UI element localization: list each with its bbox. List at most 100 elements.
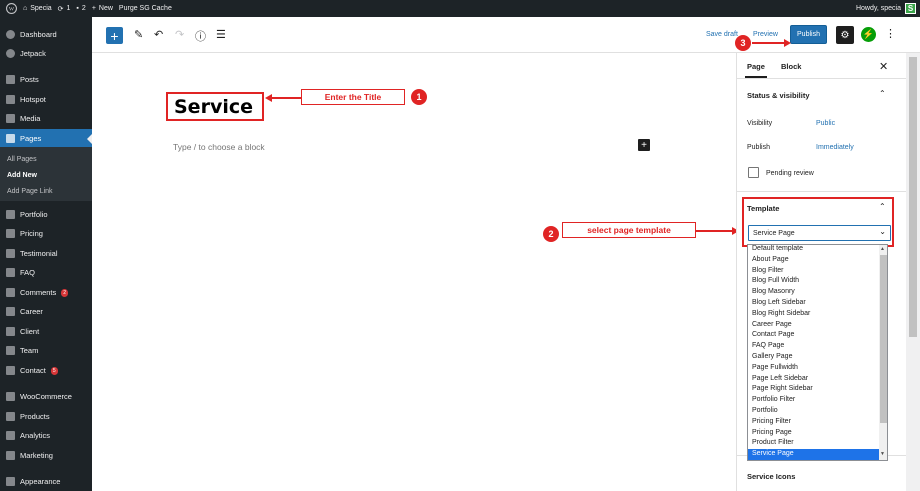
admin-bar: W ⌂ Specia ⟳ 1 ▪ 2 + New Purge SG Cache … bbox=[0, 0, 920, 17]
sidebar-item-team[interactable]: Team bbox=[0, 341, 92, 360]
sidebar-item-pricing[interactable]: Pricing bbox=[0, 224, 92, 243]
sidebar-item-jetpack[interactable]: Jetpack bbox=[0, 44, 92, 63]
template-option[interactable]: Blog Left Sidebar bbox=[748, 298, 879, 309]
sidebar-item-marketing[interactable]: Marketing bbox=[0, 446, 92, 465]
template-option[interactable]: Gallery Page bbox=[748, 352, 879, 363]
redo-icon[interactable]: ↷ bbox=[175, 28, 184, 41]
template-title[interactable]: Template bbox=[747, 204, 779, 213]
template-option[interactable]: Portfolio bbox=[748, 406, 879, 417]
woocommerce-icon bbox=[6, 392, 15, 401]
sidebar-item-media[interactable]: Media bbox=[0, 109, 92, 128]
chevron-up-icon[interactable]: ⌃ bbox=[879, 202, 886, 211]
template-option[interactable]: About Page bbox=[748, 255, 879, 266]
template-option[interactable]: Pricing Page bbox=[748, 428, 879, 439]
sidebar-item-faq[interactable]: FAQ bbox=[0, 263, 92, 282]
service-icons-title[interactable]: Service Icons bbox=[747, 472, 795, 481]
template-option[interactable]: Blog Full Width bbox=[748, 276, 879, 287]
more-options-icon[interactable]: ⋮ bbox=[885, 27, 896, 40]
howdy-link[interactable]: Howdy, specia bbox=[856, 5, 901, 12]
publish-date-link[interactable]: Immediately bbox=[816, 144, 854, 151]
submenu-all-pages[interactable]: All Pages bbox=[7, 156, 37, 163]
status-visibility-title[interactable]: Status & visibility bbox=[747, 91, 810, 100]
new-content-link[interactable]: + New bbox=[92, 0, 113, 17]
template-option[interactable]: Contact Page bbox=[748, 330, 879, 341]
tab-block[interactable]: Block bbox=[781, 62, 801, 71]
preview-button[interactable]: Preview bbox=[753, 31, 778, 38]
avatar[interactable]: S bbox=[905, 3, 916, 14]
sidebar-item-analytics[interactable]: Analytics bbox=[0, 426, 92, 445]
sidebar-item-pages[interactable]: Pages bbox=[0, 129, 92, 148]
dropdown-scrollbar-thumb[interactable] bbox=[880, 255, 887, 423]
faq-icon bbox=[6, 268, 15, 277]
scrollbar-thumb[interactable] bbox=[909, 57, 917, 337]
dropdown-scrollbar[interactable]: ▲ ▼ bbox=[879, 245, 887, 460]
section-divider bbox=[737, 191, 907, 192]
add-block-button[interactable]: + bbox=[106, 27, 123, 44]
plus-icon: + bbox=[91, 5, 96, 12]
team-icon bbox=[6, 346, 15, 355]
pending-review-checkbox[interactable] bbox=[748, 167, 759, 178]
undo-icon[interactable]: ↶ bbox=[154, 28, 163, 41]
sidebar-item-career[interactable]: Career bbox=[0, 302, 92, 321]
chevron-up-icon[interactable]: ⌃ bbox=[879, 89, 886, 98]
template-option[interactable]: Pricing Filter bbox=[748, 417, 879, 428]
template-option[interactable]: Blog Filter bbox=[748, 266, 879, 277]
template-option[interactable]: Page Right Sidebar bbox=[748, 384, 879, 395]
wordpress-logo-icon[interactable]: W bbox=[6, 0, 17, 17]
callout-1-label: Enter the Title bbox=[301, 89, 405, 105]
save-draft-button[interactable]: Save draft bbox=[706, 31, 738, 38]
sidebar-item-woocommerce[interactable]: WooCommerce bbox=[0, 387, 92, 406]
template-select[interactable]: Service Page ⌄ bbox=[748, 225, 891, 241]
products-icon bbox=[6, 412, 15, 421]
submenu-add-new[interactable]: Add New bbox=[7, 172, 37, 179]
submenu-add-page-link[interactable]: Add Page Link bbox=[7, 188, 53, 195]
site-name-link[interactable]: ⌂ Specia bbox=[23, 0, 52, 17]
pending-review-label: Pending review bbox=[766, 170, 814, 177]
post-title[interactable]: Service bbox=[174, 96, 253, 118]
template-dropdown-list[interactable]: Default template About Page Blog Filter … bbox=[747, 244, 888, 461]
testimonial-icon bbox=[6, 249, 15, 258]
comments-link[interactable]: ▪ 2 bbox=[76, 0, 85, 17]
publish-button[interactable]: Publish bbox=[790, 25, 827, 44]
template-option[interactable]: Career Page bbox=[748, 320, 879, 331]
list-view-icon[interactable]: ☰ bbox=[216, 28, 226, 41]
sidebar-item-dashboard[interactable]: Dashboard bbox=[0, 25, 92, 44]
block-placeholder[interactable]: Type / to choose a block bbox=[173, 142, 265, 152]
sidebar-item-comments[interactable]: Comments 2 bbox=[0, 283, 92, 302]
scroll-up-icon[interactable]: ▲ bbox=[880, 246, 885, 252]
scroll-down-icon[interactable]: ▼ bbox=[880, 451, 885, 457]
info-icon[interactable]: ⓘ bbox=[195, 28, 206, 44]
tab-page[interactable]: Page bbox=[745, 62, 767, 78]
callout-2-arrow bbox=[696, 230, 732, 232]
svg-text:W: W bbox=[9, 7, 15, 13]
template-option[interactable]: Product Filter bbox=[748, 438, 879, 449]
sidebar-item-posts[interactable]: Posts bbox=[0, 70, 92, 89]
updates-link[interactable]: ⟳ 1 bbox=[58, 0, 71, 17]
template-option[interactable]: Blog Right Sidebar bbox=[748, 309, 879, 320]
sidebar-item-hotspot[interactable]: Hotspot bbox=[0, 90, 92, 109]
sidebar-item-testimonial[interactable]: Testimonial bbox=[0, 244, 92, 263]
page-scrollbar[interactable] bbox=[906, 53, 920, 491]
settings-gear-icon[interactable]: ⚙ bbox=[836, 26, 854, 44]
purge-cache-link[interactable]: Purge SG Cache bbox=[119, 0, 172, 17]
template-option[interactable]: FAQ Page bbox=[748, 341, 879, 352]
template-option-selected[interactable]: Service Page bbox=[748, 449, 879, 460]
comments-icon bbox=[6, 288, 15, 297]
visibility-value-link[interactable]: Public bbox=[816, 120, 835, 127]
pencil-icon[interactable]: ✎ bbox=[134, 28, 143, 41]
close-icon[interactable]: ✕ bbox=[879, 60, 888, 73]
inline-add-block-button[interactable]: + bbox=[638, 139, 650, 151]
comments-count-badge: 2 bbox=[61, 288, 69, 297]
template-option[interactable]: Page Fullwidth bbox=[748, 363, 879, 374]
template-option[interactable]: Page Left Sidebar bbox=[748, 374, 879, 385]
sidebar-item-contact[interactable]: Contact 5 bbox=[0, 361, 92, 380]
template-option[interactable]: Blog Masonry bbox=[748, 287, 879, 298]
sidebar-item-portfolio[interactable]: Portfolio bbox=[0, 205, 92, 224]
template-option[interactable]: Portfolio Filter bbox=[748, 395, 879, 406]
jetpack-icon[interactable]: ⚡ bbox=[861, 27, 876, 42]
sidebar-item-client[interactable]: Client bbox=[0, 322, 92, 341]
sidebar-item-products[interactable]: Products bbox=[0, 407, 92, 426]
sidebar-item-appearance[interactable]: Appearance bbox=[0, 472, 92, 491]
callout-3-number: 3 bbox=[735, 35, 751, 51]
template-option[interactable]: Default template bbox=[748, 245, 879, 255]
